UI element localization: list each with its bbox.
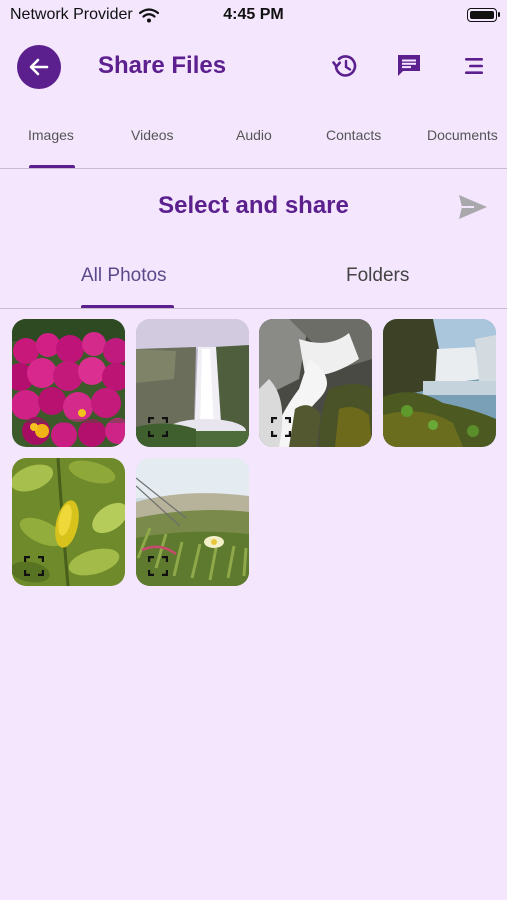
expand-icon[interactable] [271,417,291,437]
photo-thumbnail[interactable] [259,319,372,447]
battery-icon [467,8,500,22]
tab-indicator [29,165,75,168]
status-bar: Network Provider 4:45 PM [0,0,507,30]
tab-videos[interactable]: Videos [131,127,174,143]
tab-all-photos[interactable]: All Photos [81,265,167,287]
tab-contacts[interactable]: Contacts [326,127,381,143]
waterfall-river-image [383,319,496,447]
page-title: Share Files [98,52,227,79]
back-button[interactable] [17,45,61,89]
tab-folders[interactable]: Folders [346,265,409,287]
chat-button[interactable] [393,50,425,82]
app-bar: Share Files [0,40,507,94]
photo-tabs: All Photos Folders [0,250,507,309]
photo-thumbnail[interactable] [383,319,496,447]
expand-icon[interactable] [148,556,168,576]
sub-tab-indicator [81,305,174,308]
send-icon[interactable] [457,193,489,221]
section-title: Select and share [158,192,349,219]
arrow-left-icon [29,58,49,76]
photo-thumbnail[interactable] [12,319,125,447]
photo-thumbnail[interactable] [12,458,125,586]
photo-thumbnail[interactable] [136,319,249,447]
expand-icon[interactable] [148,417,168,437]
menu-button[interactable] [458,50,490,82]
photo-thumbnail[interactable] [136,458,249,586]
category-tabs: Images Videos Audio Contacts Documents [0,118,507,169]
menu-icon [465,58,483,74]
clock: 4:45 PM [223,6,284,23]
tab-audio[interactable]: Audio [236,127,272,143]
chat-icon [398,55,420,76]
tab-images[interactable]: Images [28,127,74,143]
expand-icon[interactable] [24,556,44,576]
history-button[interactable] [329,50,361,82]
history-icon [332,55,357,77]
tab-documents[interactable]: Documents [427,127,498,143]
pink-flowers-image [12,319,125,447]
